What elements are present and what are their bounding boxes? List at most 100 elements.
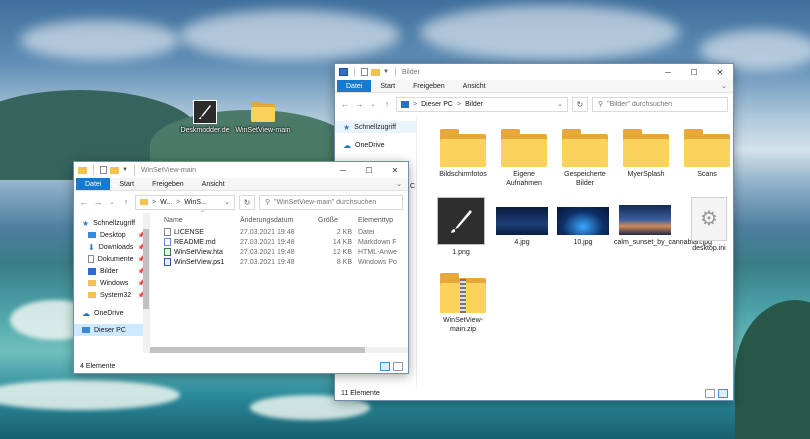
minimize-button[interactable]: ─ — [330, 162, 356, 178]
breadcrumb-winsetview[interactable]: WinS... — [184, 199, 207, 206]
details-view-button[interactable] — [705, 389, 715, 398]
grid-item-image[interactable]: calm_sunset_by_cannabian.jpg — [614, 197, 712, 248]
new-folder-icon[interactable] — [110, 166, 119, 174]
nav-item-desktop[interactable]: Desktop 📌 — [74, 229, 149, 241]
chevron-down-icon[interactable]: ▼ — [122, 167, 128, 173]
table-row[interactable]: WinSetView.ps1 27.03.2021 19:48 8 KB Win… — [160, 257, 408, 267]
nav-item-schnellzugriff[interactable]: ★ Schnellzugriff — [335, 121, 416, 133]
chevron-down-icon[interactable]: ⌄ — [715, 80, 733, 92]
address-bar[interactable]: > Dieser PC > Bilder ⌄ — [396, 96, 568, 112]
folder-icon — [251, 102, 275, 122]
tab-ansicht[interactable]: Ansicht — [193, 178, 234, 190]
cloud-icon: ☁ — [343, 140, 351, 150]
forward-button[interactable]: → — [354, 99, 364, 109]
up-button[interactable]: ↑ — [121, 197, 131, 207]
file-type: Datei — [358, 228, 375, 236]
maximize-button[interactable]: ☐ — [356, 162, 382, 178]
navigation-bar: ← → ⌄ ↑ > W... > WinS... ⌄ ↻ ⚲ — [74, 191, 408, 213]
table-row[interactable]: WinSetView.hta 27.03.2021 19:48 12 KB HT… — [160, 247, 408, 257]
tab-datei[interactable]: Datei — [76, 178, 111, 190]
folder-icon — [88, 280, 96, 286]
tab-freigeben[interactable]: Freigeben — [143, 178, 193, 190]
large-icons-view-button[interactable] — [393, 362, 403, 371]
scrollbar-thumb[interactable] — [150, 347, 365, 353]
back-button[interactable]: ← — [340, 99, 350, 109]
tab-freigeben[interactable]: Freigeben — [404, 80, 454, 92]
grid-item-folder[interactable]: Eigene Aufnahmen — [496, 129, 552, 189]
chevron-down-icon[interactable]: ⌄ — [224, 198, 230, 206]
up-button[interactable]: ↑ — [382, 99, 392, 109]
nav-item-label: System32 — [100, 291, 132, 299]
explorer-window-winsetview: ▼ WinSetView-main ─ ☐ ✕ Datei Start Frei… — [73, 161, 409, 374]
grid-item-image[interactable]: 4.jpg — [492, 197, 552, 248]
file-date: 27.03.2021 19:48 — [240, 248, 295, 256]
tab-start[interactable]: Start — [110, 178, 143, 190]
nav-item-label: OneDrive — [355, 141, 385, 149]
scrollbar-thumb[interactable] — [143, 229, 149, 309]
address-bar[interactable]: > W... > WinS... ⌄ — [135, 194, 235, 210]
table-row[interactable]: README.md 27.03.2021 19:48 14 KB Markdow… — [160, 237, 408, 247]
search-box[interactable]: ⚲ — [259, 194, 403, 210]
back-button[interactable]: ← — [79, 197, 89, 207]
desktop-icon-deskmodder[interactable]: Deskmodder.de — [175, 100, 235, 134]
breadcrumb-w[interactable]: W... — [160, 199, 172, 206]
nav-item-onedrive[interactable]: ☁ OneDrive — [74, 307, 149, 319]
table-row[interactable]: LICENSE 27.03.2021 19:48 2 KB Datei — [160, 227, 408, 237]
search-input[interactable] — [274, 198, 397, 206]
maximize-button[interactable]: ☐ — [681, 64, 707, 80]
folder-icon — [562, 129, 608, 167]
nav-item-dokumente[interactable]: Dokumente 📌 — [74, 253, 149, 265]
grid-item-image[interactable]: 10.jpg — [553, 197, 613, 248]
search-input[interactable] — [607, 100, 722, 108]
breadcrumb-dieser-pc[interactable]: Dieser PC — [421, 101, 453, 108]
nav-item-label: Downloads — [98, 243, 134, 251]
close-button[interactable]: ✕ — [707, 64, 733, 80]
tab-start[interactable]: Start — [371, 80, 404, 92]
minimize-button[interactable]: ─ — [655, 64, 681, 80]
breadcrumb-bilder[interactable]: Bilder — [465, 101, 483, 108]
properties-icon[interactable] — [100, 166, 107, 174]
new-folder-icon[interactable] — [371, 68, 380, 76]
close-button[interactable]: ✕ — [382, 162, 408, 178]
powershell-file-icon — [164, 258, 171, 266]
nav-item-system32[interactable]: System32 📌 — [74, 289, 149, 301]
grid-item-file[interactable]: ⚙ desktop.ini — [679, 197, 733, 254]
tab-datei[interactable]: Datei — [337, 80, 372, 92]
nav-item-onedrive[interactable]: ☁ OneDrive — [335, 139, 416, 151]
nav-item-label: Dokumente — [97, 255, 134, 263]
nav-item-dieser-pc[interactable]: Dieser PC — [74, 324, 149, 336]
details-view-button[interactable] — [380, 362, 390, 371]
pictures-icon — [401, 100, 409, 108]
grid-item-folder[interactable]: Bildschirmfotos — [435, 129, 491, 180]
chevron-down-icon[interactable]: ▼ — [383, 69, 389, 75]
grid-item-folder[interactable]: Scans — [679, 129, 733, 180]
grid-item-folder[interactable]: Gespeicherte Bilder — [557, 129, 613, 189]
nav-item-schnellzugriff[interactable]: ★ Schnellzugriff — [74, 217, 149, 229]
horizontal-scrollbar[interactable] — [150, 347, 408, 353]
item-label: 4.jpg — [514, 239, 530, 246]
column-size[interactable]: Größe — [318, 217, 358, 224]
recent-dropdown-button[interactable]: ⌄ — [368, 101, 378, 108]
nav-item-bilder[interactable]: Bilder 📌 — [74, 265, 149, 277]
nav-item-windows[interactable]: Windows 📌 — [74, 277, 149, 289]
large-icons-view-button[interactable] — [718, 389, 728, 398]
desktop-icon-winsetview[interactable]: WinSetView-main — [233, 100, 293, 134]
refresh-button[interactable]: ↻ — [572, 96, 588, 112]
column-name[interactable]: Name — [160, 217, 240, 224]
file-date: 27.03.2021 19:48 — [240, 258, 295, 266]
chevron-down-icon[interactable]: ⌄ — [557, 100, 563, 108]
tab-ansicht[interactable]: Ansicht — [454, 80, 495, 92]
nav-scrollbar[interactable] — [143, 213, 149, 353]
recent-dropdown-button[interactable]: ⌄ — [107, 199, 117, 206]
chevron-down-icon[interactable]: ⌄ — [390, 178, 408, 190]
column-date[interactable]: Änderungsdatum — [240, 217, 318, 224]
refresh-button[interactable]: ↻ — [239, 194, 255, 210]
grid-item-image[interactable]: 1.png — [431, 197, 491, 258]
search-box[interactable]: ⚲ — [592, 96, 728, 112]
grid-item-folder[interactable]: MyerSplash — [618, 129, 674, 180]
grid-item-zip[interactable]: WinSetView-main.zip — [435, 273, 491, 335]
column-type[interactable]: Elementtyp — [358, 217, 408, 224]
forward-button[interactable]: → — [93, 197, 103, 207]
properties-icon[interactable] — [361, 68, 368, 76]
nav-item-downloads[interactable]: ⬇ Downloads 📌 — [74, 241, 149, 253]
